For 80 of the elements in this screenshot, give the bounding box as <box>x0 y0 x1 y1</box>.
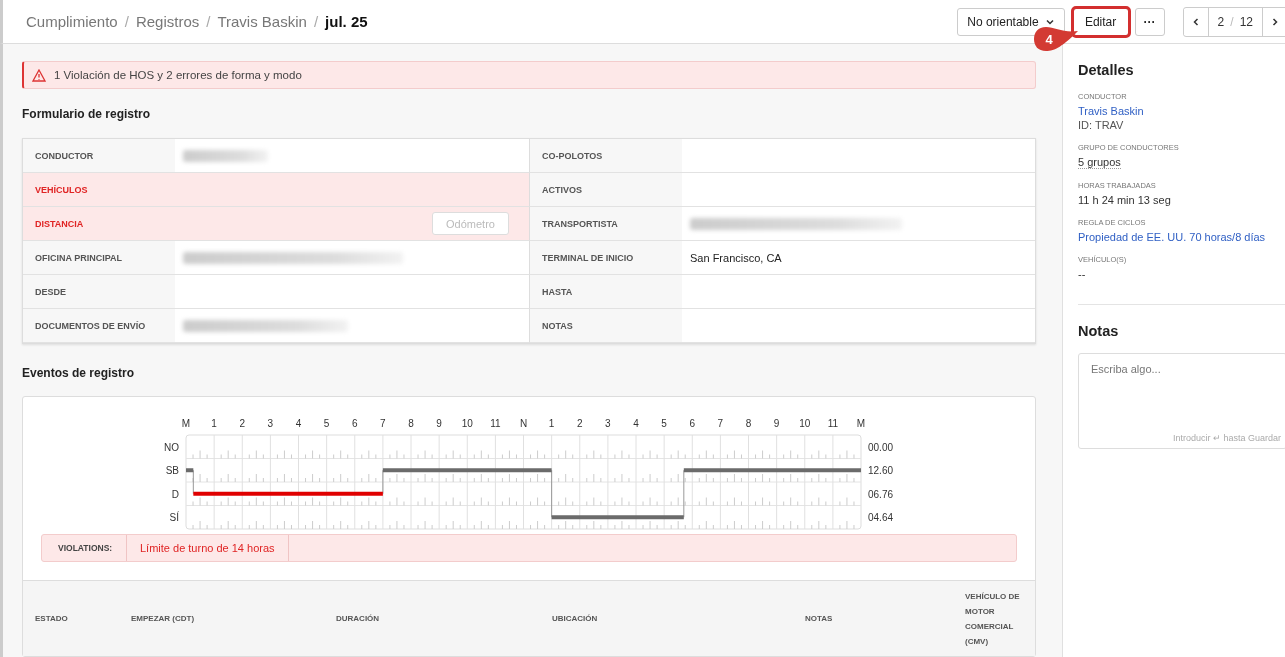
chevron-right-icon <box>1270 16 1280 27</box>
detail-subtext: ID: TRAV <box>1078 119 1125 131</box>
page-number: 2 <box>1217 14 1225 29</box>
alert-message: 1 Violación de HOS y 2 errores de forma y modo <box>54 69 302 81</box>
hour-label: 2 <box>576 418 583 429</box>
violation-item: Límite de turno de 14 horas <box>127 535 289 561</box>
hour-label: 10 <box>461 418 473 429</box>
hour-label: 9 <box>436 418 442 429</box>
status-label: SB <box>165 465 179 477</box>
more-options-button[interactable]: ··· <box>1134 7 1165 36</box>
hour-label: 3 <box>267 418 274 429</box>
field-label: DOCUMENTOS DE ENVÍO <box>23 309 175 342</box>
hour-label: 4 <box>295 418 302 429</box>
breadcrumb-separator: / <box>313 13 319 30</box>
column-header: VEHÍCULO DE MOTOR COMERCIAL (CMV) <box>965 590 1021 648</box>
status-label: SÍ <box>169 512 179 524</box>
column-header: UBICACIÓN <box>552 613 599 625</box>
panel-title: Notas <box>1078 323 1120 339</box>
field-label: CO-POLOTOS <box>530 139 682 172</box>
field-label: NOTAS <box>530 309 682 342</box>
status-total: 06.76 <box>868 488 894 500</box>
hour-label: M <box>856 418 866 429</box>
status-total: 04.64 <box>868 512 894 524</box>
detail-link[interactable]: Propiedad de EE. UU. 70 horas/8 días <box>1078 231 1285 243</box>
detail-value: 5 grupos <box>1078 156 1121 169</box>
column-header: NOTAS <box>805 613 834 625</box>
field-label: OFICINA PRINCIPAL <box>23 241 175 274</box>
hour-label: 9 <box>773 418 780 429</box>
breadcrumb-separator: / <box>124 13 129 30</box>
field-label: TRANSPORTISTA <box>530 207 682 240</box>
status-total: 00.00 <box>868 441 894 453</box>
field-label: DESDE <box>23 275 175 308</box>
hour-label: 1 <box>211 418 217 429</box>
hour-label: 11 <box>490 418 501 429</box>
hour-label: 6 <box>689 418 696 429</box>
section-title: Formulario de registro <box>22 107 152 121</box>
detail-value: -- <box>1078 268 1087 280</box>
hour-label: 7 <box>380 418 386 429</box>
breadcrumb-link[interactable]: Registros <box>135 13 200 30</box>
hour-label: 11 <box>827 418 839 429</box>
hour-label: M <box>181 418 191 429</box>
field-label: CONDUCTOR <box>23 139 175 172</box>
field-label: HASTA <box>530 275 682 308</box>
column-header: EMPEZAR (CDT) <box>131 613 196 625</box>
hour-label: 5 <box>661 418 667 429</box>
field-value: San Francisco, CA <box>690 251 782 264</box>
hour-label: 1 <box>548 418 555 429</box>
hour-label: 7 <box>717 418 724 429</box>
hour-label: 5 <box>323 418 330 429</box>
detail-link[interactable]: Travis Baskin <box>1078 105 1285 117</box>
edit-button[interactable]: Editar <box>1072 7 1129 36</box>
panel-title: Detalles <box>1078 62 1135 78</box>
hour-label: 4 <box>633 418 639 429</box>
status-label: NO <box>164 441 179 453</box>
breadcrumb-link[interactable]: Travis Baskin <box>217 13 307 30</box>
section-title: Eventos de registro <box>22 366 136 380</box>
current-page-title: jul. 25 <box>325 13 368 30</box>
warning-icon <box>32 68 46 82</box>
breadcrumb-link[interactable]: Cumplimiento <box>26 13 118 30</box>
hour-label: 8 <box>408 418 414 429</box>
violations-label: VIOLATIONS: <box>42 535 127 561</box>
hour-label: 6 <box>351 418 358 429</box>
hour-label: N <box>519 418 528 429</box>
step-callout: 4 <box>1033 26 1077 52</box>
detail-value: 11 h 24 min 13 seg <box>1078 194 1172 206</box>
status-label: D <box>171 488 179 500</box>
column-header: ESTADO <box>35 613 69 625</box>
page-total: 12 <box>1239 14 1253 29</box>
status-total: 12.60 <box>868 465 894 477</box>
hour-label: 3 <box>605 418 611 429</box>
visibility-dropdown[interactable]: No orientable <box>957 7 1065 36</box>
breadcrumb-separator: / <box>206 13 211 30</box>
field-label: ACTIVOS <box>530 173 682 206</box>
save-hint: Introducir ↵ hasta Guardar <box>1172 433 1281 443</box>
column-header: DURACIÓN <box>336 613 381 625</box>
hour-label: 10 <box>799 418 811 429</box>
field-label: TERMINAL DE INICIO <box>530 241 682 274</box>
hour-label: 2 <box>239 418 246 429</box>
hour-label: 8 <box>745 418 752 429</box>
page-separator: / <box>1230 14 1234 29</box>
